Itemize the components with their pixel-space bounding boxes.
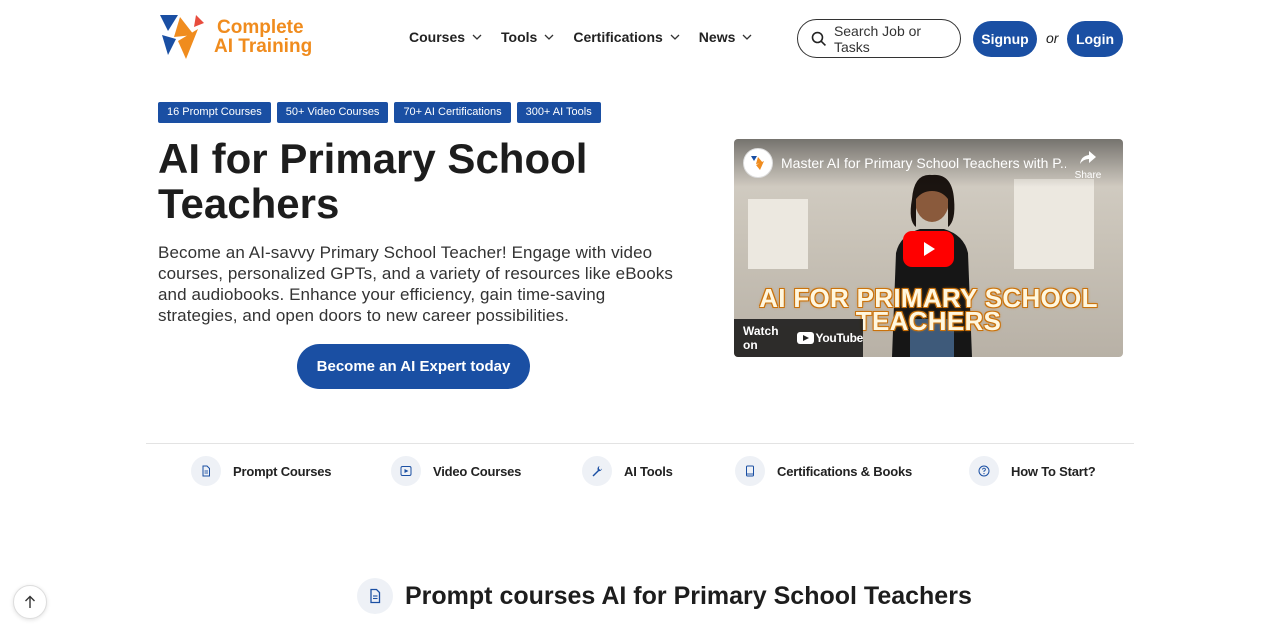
quick-link-label: Prompt Courses bbox=[233, 463, 332, 479]
watch-on-label: Watch on bbox=[743, 324, 779, 352]
share-button[interactable]: Share bbox=[1072, 147, 1104, 181]
stats-badges: 16 Prompt Courses 50+ Video Courses 70+ … bbox=[158, 102, 601, 123]
watch-on-youtube[interactable]: Watch on YouTube bbox=[734, 319, 863, 357]
question-icon bbox=[969, 456, 999, 486]
chevron-down-icon bbox=[670, 34, 680, 40]
logo-line-1: Complete bbox=[217, 17, 304, 38]
logo-mark-icon bbox=[160, 15, 204, 59]
document-icon bbox=[357, 578, 393, 614]
video-bg-shelf bbox=[748, 199, 808, 269]
nav-certifications-label: Certifications bbox=[573, 29, 663, 45]
share-label: Share bbox=[1074, 170, 1102, 181]
site-header: Complete AI Training Courses Tools Certi… bbox=[0, 0, 1280, 78]
youtube-wordmark: YouTube bbox=[815, 331, 864, 345]
section-divider bbox=[146, 443, 1134, 444]
play-icon bbox=[391, 456, 421, 486]
quick-link-how-to-start[interactable]: How To Start? bbox=[969, 456, 1096, 486]
channel-logo-icon bbox=[751, 156, 764, 170]
nav-courses-label: Courses bbox=[409, 29, 466, 45]
quick-link-video-courses[interactable]: Video Courses bbox=[391, 456, 521, 486]
search-placeholder: Search Job or Tasks bbox=[833, 22, 922, 55]
video-embed[interactable]: Master AI for Primary School Teachers wi… bbox=[734, 139, 1123, 357]
cta-button[interactable]: Become an AI Expert today bbox=[297, 344, 530, 389]
section-heading: Prompt courses AI for Primary School Tea… bbox=[357, 578, 972, 614]
badge-ai-tools[interactable]: 300+ AI Tools bbox=[516, 102, 601, 123]
channel-avatar[interactable] bbox=[743, 148, 773, 178]
nav-news-label: News bbox=[698, 29, 736, 45]
hero-description: Become an AI-savvy Primary School Teache… bbox=[158, 243, 673, 325]
nav-news[interactable]: News bbox=[699, 29, 754, 45]
chevron-down-icon bbox=[472, 34, 482, 40]
youtube-logo: YouTube bbox=[796, 331, 864, 345]
search-icon bbox=[811, 31, 827, 46]
or-separator: or bbox=[1046, 30, 1059, 46]
login-button[interactable]: Login bbox=[1067, 21, 1123, 57]
site-logo[interactable]: Complete AI Training bbox=[158, 13, 312, 61]
quick-link-label: Video Courses bbox=[433, 463, 522, 479]
play-icon bbox=[923, 242, 935, 256]
quick-link-prompt-courses[interactable]: Prompt Courses bbox=[191, 456, 332, 486]
wrench-icon bbox=[582, 456, 612, 486]
logo-line-2: AI Training bbox=[214, 36, 313, 57]
badge-prompt-courses[interactable]: 16 Prompt Courses bbox=[158, 102, 271, 123]
nav-certifications[interactable]: Certifications bbox=[573, 29, 680, 45]
share-icon bbox=[1080, 151, 1096, 164]
nav-tools-label: Tools bbox=[501, 29, 538, 45]
quick-link-certifications-books[interactable]: Certifications & Books bbox=[735, 456, 912, 486]
signup-button[interactable]: Signup bbox=[973, 21, 1037, 57]
chevron-down-icon bbox=[544, 34, 554, 40]
main-nav: Courses Tools Certifications News bbox=[409, 29, 771, 45]
badge-video-courses[interactable]: 50+ Video Courses bbox=[276, 102, 389, 123]
book-icon bbox=[735, 456, 765, 486]
quick-link-label: How To Start? bbox=[1011, 463, 1096, 479]
chevron-down-icon bbox=[742, 34, 752, 40]
section-title: Prompt courses AI for Primary School Tea… bbox=[405, 581, 972, 610]
quick-link-ai-tools[interactable]: AI Tools bbox=[582, 456, 673, 486]
nav-tools[interactable]: Tools bbox=[501, 29, 555, 45]
back-to-top-button[interactable] bbox=[13, 585, 47, 619]
video-title[interactable]: Master AI for Primary School Teachers wi… bbox=[781, 155, 1066, 171]
document-icon bbox=[191, 456, 221, 486]
quick-link-label: AI Tools bbox=[624, 463, 673, 479]
video-bg-shelf bbox=[1014, 179, 1094, 269]
page-title: AI for Primary School Teachers bbox=[158, 135, 588, 227]
youtube-icon bbox=[796, 332, 814, 344]
search-box[interactable]: Search Job or Tasks bbox=[797, 19, 961, 58]
badge-certifications[interactable]: 70+ AI Certifications bbox=[394, 102, 511, 123]
arrow-up-icon bbox=[25, 595, 35, 608]
play-button[interactable] bbox=[903, 231, 954, 267]
logo-text: Complete AI Training bbox=[214, 18, 312, 56]
nav-courses[interactable]: Courses bbox=[409, 29, 483, 45]
quick-link-label: Certifications & Books bbox=[777, 463, 913, 479]
